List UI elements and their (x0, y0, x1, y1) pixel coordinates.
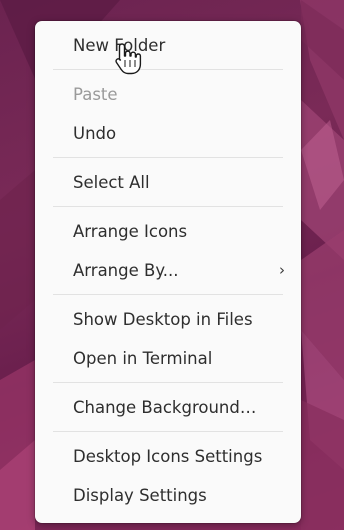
menu-item-label: Arrange By... (73, 261, 179, 280)
menu-item-label: Arrange Icons (73, 222, 188, 241)
menu-item-label: Display Settings (73, 486, 207, 505)
menu-separator (53, 382, 283, 383)
menu-item-label: Paste (73, 85, 118, 104)
menu-separator (53, 69, 283, 70)
menu-item-show-desktop-in-files[interactable]: Show Desktop in Files (35, 300, 301, 339)
menu-item-desktop-icons-settings[interactable]: Desktop Icons Settings (35, 437, 301, 476)
menu-item-select-all[interactable]: Select All (35, 163, 301, 202)
menu-separator (53, 157, 283, 158)
menu-item-label: Show Desktop in Files (73, 310, 253, 329)
menu-item-label: Desktop Icons Settings (73, 447, 263, 466)
menu-item-label: Undo (73, 124, 117, 143)
menu-separator (53, 206, 283, 207)
menu-item-label: Change Background… (73, 398, 257, 417)
menu-item-change-background[interactable]: Change Background… (35, 388, 301, 427)
menu-item-arrange-icons[interactable]: Arrange Icons (35, 212, 301, 251)
menu-item-label: Open in Terminal (73, 349, 213, 368)
hand-pointer-cursor-icon (115, 43, 142, 75)
chevron-right-icon: › (279, 261, 285, 279)
menu-item-new-folder[interactable]: New Folder (35, 26, 301, 65)
menu-item-display-settings[interactable]: Display Settings (35, 476, 301, 515)
menu-item-undo[interactable]: Undo (35, 114, 301, 153)
desktop-context-menu: New Folder Paste Undo Select All Arrange… (35, 21, 301, 523)
menu-separator (53, 294, 283, 295)
menu-item-paste: Paste (35, 75, 301, 114)
menu-separator (53, 431, 283, 432)
menu-item-open-in-terminal[interactable]: Open in Terminal (35, 339, 301, 378)
menu-item-label: Select All (73, 173, 150, 192)
menu-item-arrange-by[interactable]: Arrange By... › (35, 251, 301, 290)
